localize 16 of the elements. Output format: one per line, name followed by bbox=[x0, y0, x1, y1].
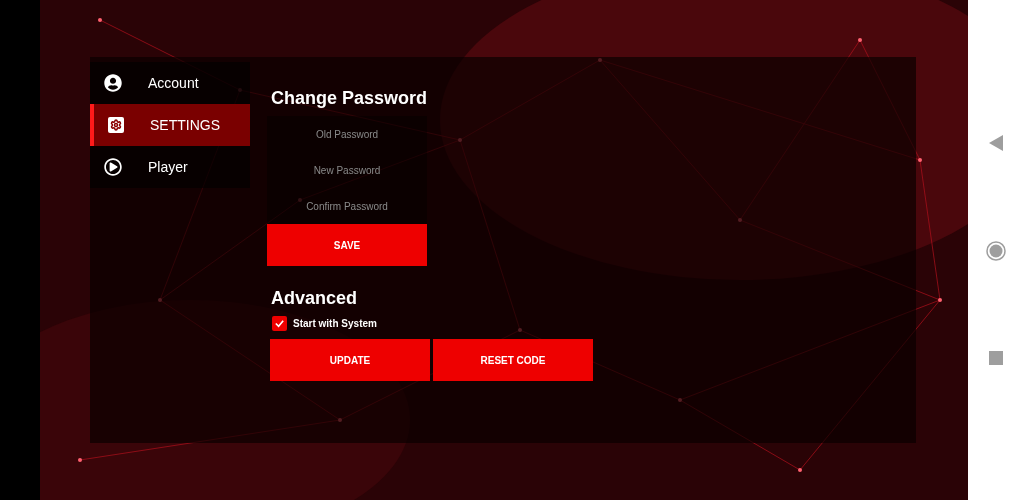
action-button[interactable]: UPDATE bbox=[270, 339, 430, 381]
section-title: Change Password bbox=[270, 87, 429, 110]
settings-icon bbox=[108, 117, 124, 133]
sidebar-item[interactable]: Account bbox=[90, 62, 250, 104]
action-button[interactable]: RESET CODE bbox=[433, 339, 593, 381]
save-button[interactable]: SAVE bbox=[267, 224, 427, 266]
checkmark-icon bbox=[274, 318, 285, 329]
home-icon[interactable] bbox=[986, 241, 1006, 261]
sidebar-item[interactable]: Player bbox=[90, 146, 250, 188]
play-icon bbox=[104, 158, 122, 176]
user-icon bbox=[104, 74, 122, 92]
checkbox-label: Start with System bbox=[293, 317, 377, 331]
back-icon[interactable] bbox=[989, 135, 1003, 151]
checkbox[interactable] bbox=[272, 316, 287, 331]
section-title: Advanced bbox=[270, 287, 359, 310]
sidebar-item[interactable]: SETTINGS bbox=[90, 104, 250, 146]
